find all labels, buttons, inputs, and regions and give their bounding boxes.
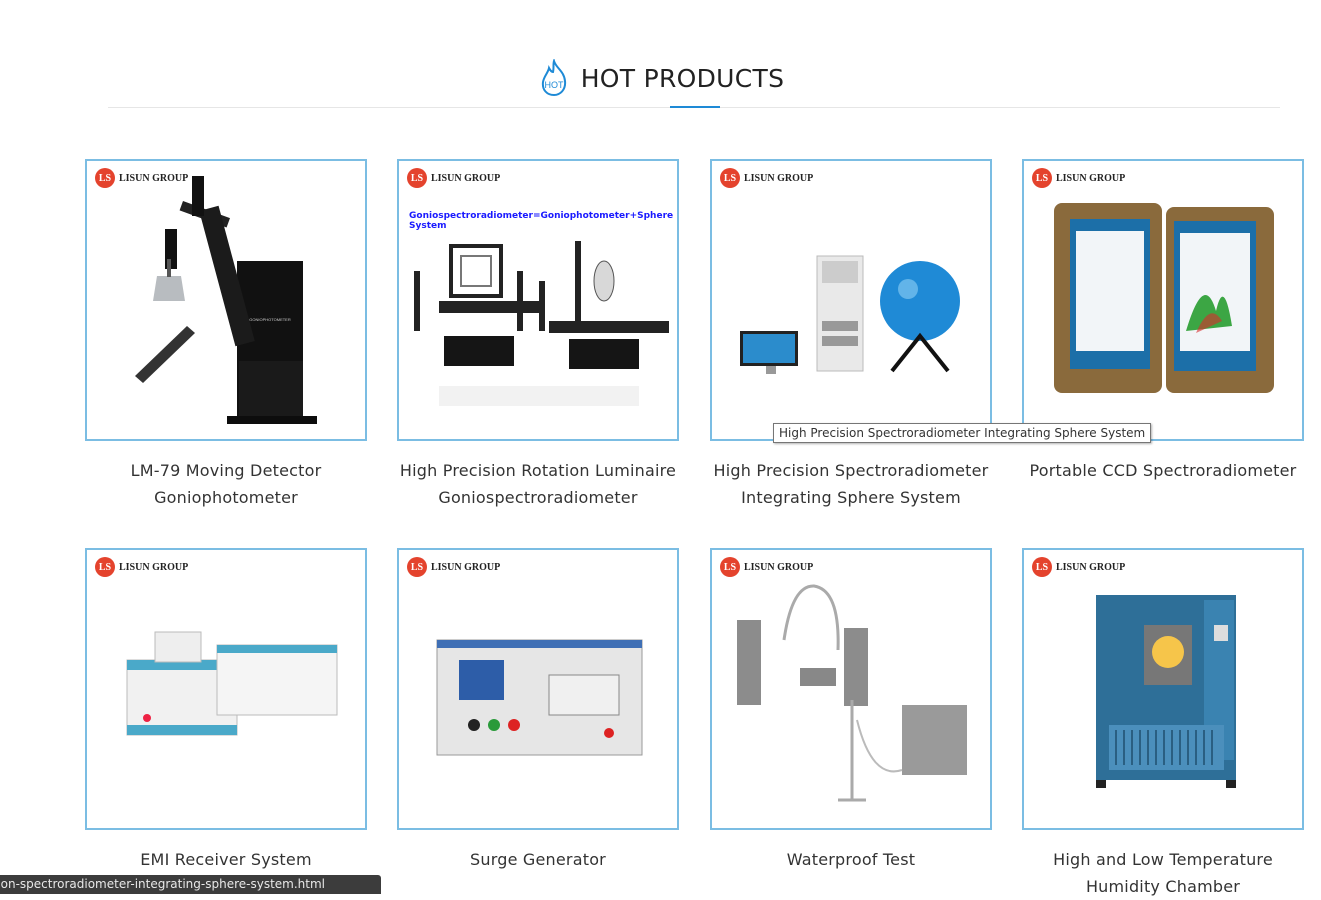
product-image[interactable]: LS LISUN GROUP [1022, 159, 1304, 441]
browser-status-bar: ision-spectroradiometer-integrating-sphe… [0, 875, 381, 894]
product-title[interactable]: Surge Generator [397, 846, 679, 873]
product-title[interactable]: Waterproof Test [710, 846, 992, 873]
brand-badge: LS LISUN GROUP [95, 557, 188, 577]
status-url: ision-spectroradiometer-integrating-sphe… [0, 877, 325, 891]
goniophotometer-image: GONIOPHOTOMETER [135, 176, 317, 424]
goniospectroradiometer-image [414, 241, 669, 406]
lisun-logo-icon: LS [95, 168, 115, 188]
product-title[interactable]: High Precision Spectroradiometer Integra… [710, 457, 992, 511]
product-title[interactable]: High Precision Rotation Luminaire Gonios… [397, 457, 679, 511]
product-title[interactable]: EMI Receiver System [85, 846, 367, 873]
brand-badge: LS LISUN GROUP [407, 557, 500, 577]
product-image[interactable]: LS LISUN GROUP [1022, 548, 1304, 830]
section-header: HOT HOT PRODUCTS [0, 58, 1321, 98]
emi-receiver-image [126, 631, 338, 736]
product-image[interactable]: LS LISUN GROUP [85, 548, 367, 830]
lisun-logo-icon: LS [720, 168, 740, 188]
product-title[interactable]: High and Low Temperature Humidity Chambe… [1022, 846, 1304, 900]
integrating-sphere-image [740, 255, 960, 374]
waterproof-test-image [737, 584, 967, 802]
product-title[interactable]: Portable CCD Spectroradiometer [1022, 457, 1304, 484]
lisun-logo-icon: LS [407, 168, 427, 188]
product-image[interactable]: LS LISUN GROUP Goniospectroradiometer=Go… [397, 159, 679, 441]
lisun-logo-icon: LS [1032, 557, 1052, 577]
humidity-chamber-image [1096, 595, 1236, 788]
brand-badge: LS LISUN GROUP [1032, 168, 1125, 188]
lisun-logo-icon: LS [407, 557, 427, 577]
image-banner-text: Goniospectroradiometer=Goniophotometer+S… [409, 211, 674, 231]
product-title[interactable]: LM-79 Moving Detector Goniophotometer [85, 457, 367, 511]
title-accent-bar [670, 106, 720, 108]
brand-badge: LS LISUN GROUP [720, 168, 813, 188]
flame-hot-icon: HOT [541, 59, 566, 97]
lisun-logo-icon: LS [1032, 168, 1052, 188]
brand-badge: LS LISUN GROUP [95, 168, 188, 188]
product-image[interactable]: LS LISUN GROUP [397, 548, 679, 830]
section-title: HOT PRODUCTS [580, 63, 785, 93]
svg-text:GONIOPHOTOMETER: GONIOPHOTOMETER [249, 317, 291, 322]
ccd-spectroradiometer-image [1054, 203, 1274, 393]
brand-badge: LS LISUN GROUP [720, 557, 813, 577]
lisun-logo-icon: LS [720, 557, 740, 577]
hover-tooltip: High Precision Spectroradiometer Integra… [773, 423, 1152, 443]
lisun-logo-icon: LS [95, 557, 115, 577]
product-image[interactable]: LS LISUN GROUP [710, 548, 992, 830]
svg-text:HOT: HOT [544, 80, 564, 90]
product-image[interactable]: LS LISUN GROUP [710, 159, 992, 441]
product-image[interactable]: GONIOPHOTOMETER LS LISUN GROUP [85, 159, 367, 441]
surge-generator-image [436, 639, 643, 756]
brand-badge: LS LISUN GROUP [1032, 557, 1125, 577]
brand-badge: LS LISUN GROUP [407, 168, 500, 188]
